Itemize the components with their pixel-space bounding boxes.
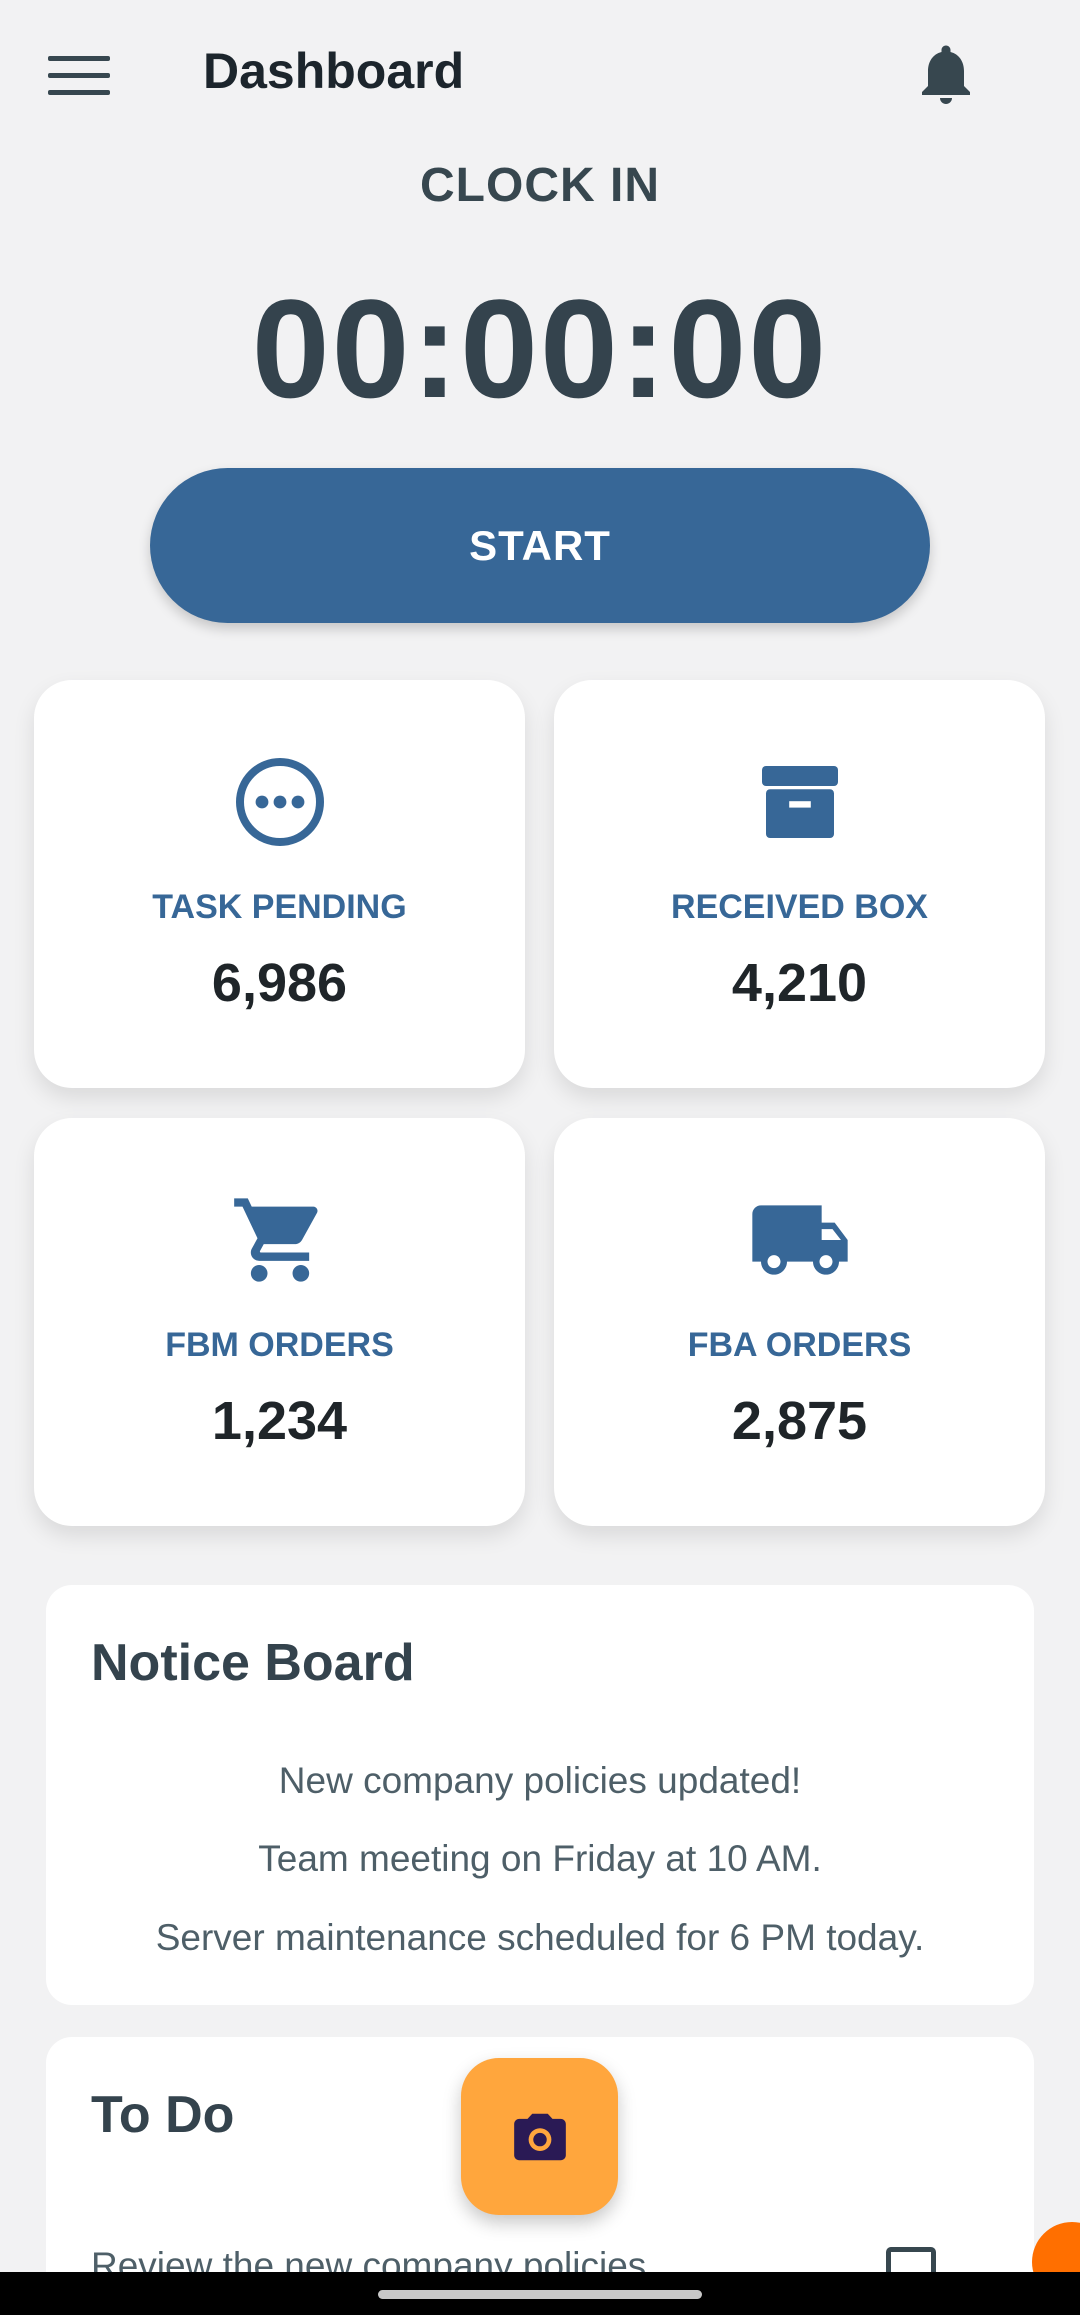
stat-label: FBM ORDERS xyxy=(165,1326,394,1364)
stat-label: TASK PENDING xyxy=(152,888,407,926)
page-title: Dashboard xyxy=(203,43,465,99)
home-gesture-handle[interactable] xyxy=(378,2290,702,2299)
ellipsis-circle-icon xyxy=(34,752,525,852)
camera-icon xyxy=(513,2113,566,2160)
stat-card-task-pending[interactable]: TASK PENDING 6,986 xyxy=(34,680,525,1088)
todo-title: To Do xyxy=(91,2086,235,2144)
stat-value: 2,875 xyxy=(731,1391,868,1451)
notice-item: Team meeting on Friday at 10 AM. xyxy=(258,1838,822,1879)
camera-fab[interactable] xyxy=(461,2058,618,2215)
stat-label: RECEIVED BOX xyxy=(671,888,928,926)
notice-item: New company policies updated! xyxy=(278,1760,802,1801)
stat-value: 4,210 xyxy=(731,953,868,1013)
hamburger-menu-icon[interactable] xyxy=(40,40,118,110)
stat-label: FBA ORDERS xyxy=(687,1326,912,1364)
app-root: Dashboard CLOCK IN 00:00:00 START TASK P… xyxy=(0,0,1080,2315)
bell-icon[interactable] xyxy=(910,38,982,110)
stat-value: 1,234 xyxy=(211,1391,348,1451)
notice-board-title: Notice Board xyxy=(91,1634,415,1692)
stat-card-received-box[interactable]: RECEIVED BOX 4,210 xyxy=(554,680,1045,1088)
stat-value: 6,986 xyxy=(211,953,348,1013)
notice-board: Notice Board New company policies update… xyxy=(46,1585,1034,2005)
notice-item: Server maintenance scheduled for 6 PM to… xyxy=(155,1917,925,1958)
clock-in-label: CLOCK IN xyxy=(420,159,660,212)
stat-card-fbm-orders[interactable]: FBM ORDERS 1,234 xyxy=(34,1118,525,1526)
archive-box-icon xyxy=(554,752,1045,852)
timer-display: 00:00:00 xyxy=(251,270,829,427)
truck-icon xyxy=(554,1190,1045,1290)
top-app-bar: Dashboard xyxy=(0,0,1080,150)
stat-card-fba-orders[interactable]: FBA ORDERS 2,875 xyxy=(554,1118,1045,1526)
start-button[interactable]: START xyxy=(150,468,930,623)
shopping-cart-icon xyxy=(34,1190,525,1290)
